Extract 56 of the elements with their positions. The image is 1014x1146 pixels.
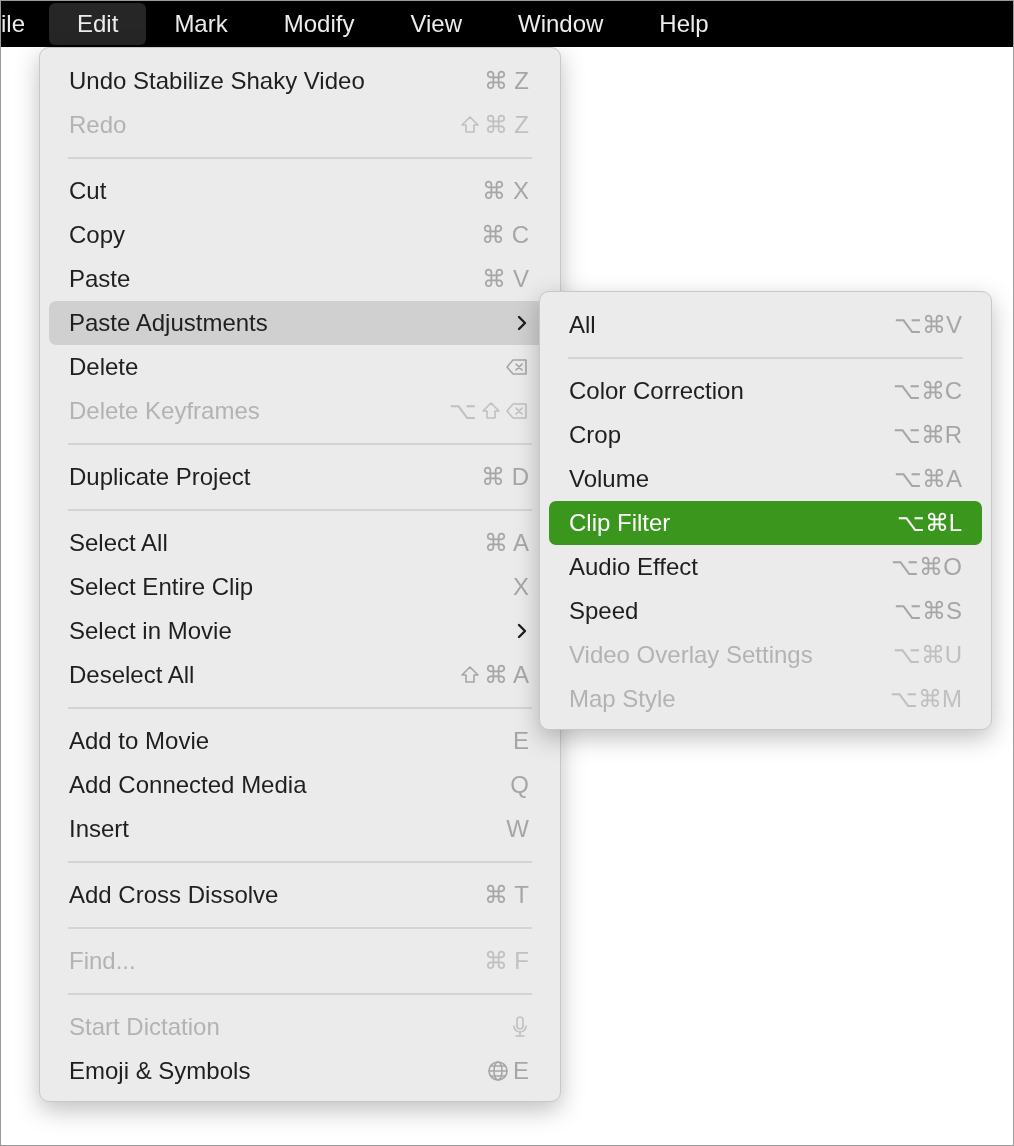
menu-bar-item[interactable]: Edit bbox=[49, 3, 147, 45]
shortcut-label: ⌥⌘V bbox=[894, 310, 962, 340]
menu-item[interactable]: Audio Effect ⌥⌘O bbox=[549, 545, 982, 589]
menu-bar-item[interactable]: Help bbox=[631, 3, 737, 45]
menu-item[interactable]: Speed ⌥⌘S bbox=[549, 589, 982, 633]
menu-item[interactable]: Undo Stabilize Shaky Video ⌘ Z bbox=[49, 59, 551, 103]
menu-item[interactable]: Emoji & Symbols E bbox=[49, 1049, 551, 1093]
shortcut-label: ⌥⌘S bbox=[894, 596, 962, 626]
menu-item[interactable]: Add Cross Dissolve ⌘ T bbox=[49, 873, 551, 917]
shortcut-label: ⌥ bbox=[449, 396, 477, 426]
menu-bar-item[interactable]: Modify bbox=[255, 3, 383, 45]
shortcut-label: ⌥⌘L bbox=[896, 508, 962, 538]
shift-icon bbox=[459, 115, 480, 135]
menu-item[interactable]: Copy ⌘ C bbox=[49, 213, 551, 257]
menu-item[interactable]: Insert W bbox=[49, 807, 551, 851]
shortcut-label: ⌥⌘O bbox=[891, 552, 962, 582]
shortcut-label: ⌘ C bbox=[481, 220, 529, 250]
shortcut-label: W bbox=[506, 814, 529, 844]
menu-item[interactable]: Volume ⌥⌘A bbox=[549, 457, 982, 501]
delete-key-icon bbox=[505, 401, 529, 421]
delete-key-icon bbox=[505, 357, 529, 377]
menu-item[interactable]: Select in Movie bbox=[49, 609, 551, 653]
menu-bar-item[interactable]: Window bbox=[490, 3, 632, 45]
shift-icon bbox=[481, 401, 501, 421]
shortcut-label: ⌥⌘C bbox=[892, 376, 962, 406]
menu-bar-item[interactable]: View bbox=[382, 3, 490, 45]
shortcut-label: E bbox=[513, 726, 529, 756]
shift-icon bbox=[459, 665, 480, 685]
shortcut-label: ⌘ D bbox=[481, 462, 529, 492]
chevron-right-icon bbox=[515, 621, 529, 641]
menu-item[interactable]: Clip Filter ⌥⌘L bbox=[549, 501, 982, 545]
shortcut-label: ⌘ A bbox=[483, 660, 529, 690]
menu-item[interactable]: Paste ⌘ V bbox=[49, 257, 551, 301]
shortcut-label: ⌘ V bbox=[482, 264, 529, 294]
menu-item[interactable]: Crop ⌥⌘R bbox=[549, 413, 982, 457]
menu-item[interactable]: Cut ⌘ X bbox=[49, 169, 551, 213]
shortcut-label: X bbox=[513, 572, 529, 602]
shortcut-label: ⌘ A bbox=[483, 528, 529, 558]
menu-item[interactable]: Add Connected Media Q bbox=[49, 763, 551, 807]
shortcut-label: ⌘ Z bbox=[483, 66, 529, 96]
menu-item[interactable]: Color Correction ⌥⌘C bbox=[549, 369, 982, 413]
menu-item[interactable]: Add to Movie E bbox=[49, 719, 551, 763]
chevron-right-icon bbox=[515, 313, 529, 333]
microphone-icon bbox=[511, 1015, 529, 1039]
shortcut-label: ⌥⌘A bbox=[894, 464, 962, 494]
shortcut-label: ⌘ X bbox=[482, 176, 529, 206]
shortcut-label: ⌘ T bbox=[484, 880, 529, 910]
globe-icon bbox=[487, 1060, 509, 1082]
menu-item[interactable]: All ⌥⌘V bbox=[549, 303, 982, 347]
shortcut-label: E bbox=[513, 1056, 529, 1086]
menu-bar-item[interactable]: ile bbox=[1, 3, 49, 45]
menu-item[interactable]: Delete bbox=[49, 345, 551, 389]
shortcut-label: Q bbox=[510, 770, 529, 800]
shortcut-label: ⌥⌘R bbox=[892, 420, 962, 450]
menu-item[interactable]: Deselect All ⌘ A bbox=[49, 653, 551, 697]
menu-bar-item[interactable]: Mark bbox=[146, 3, 256, 45]
